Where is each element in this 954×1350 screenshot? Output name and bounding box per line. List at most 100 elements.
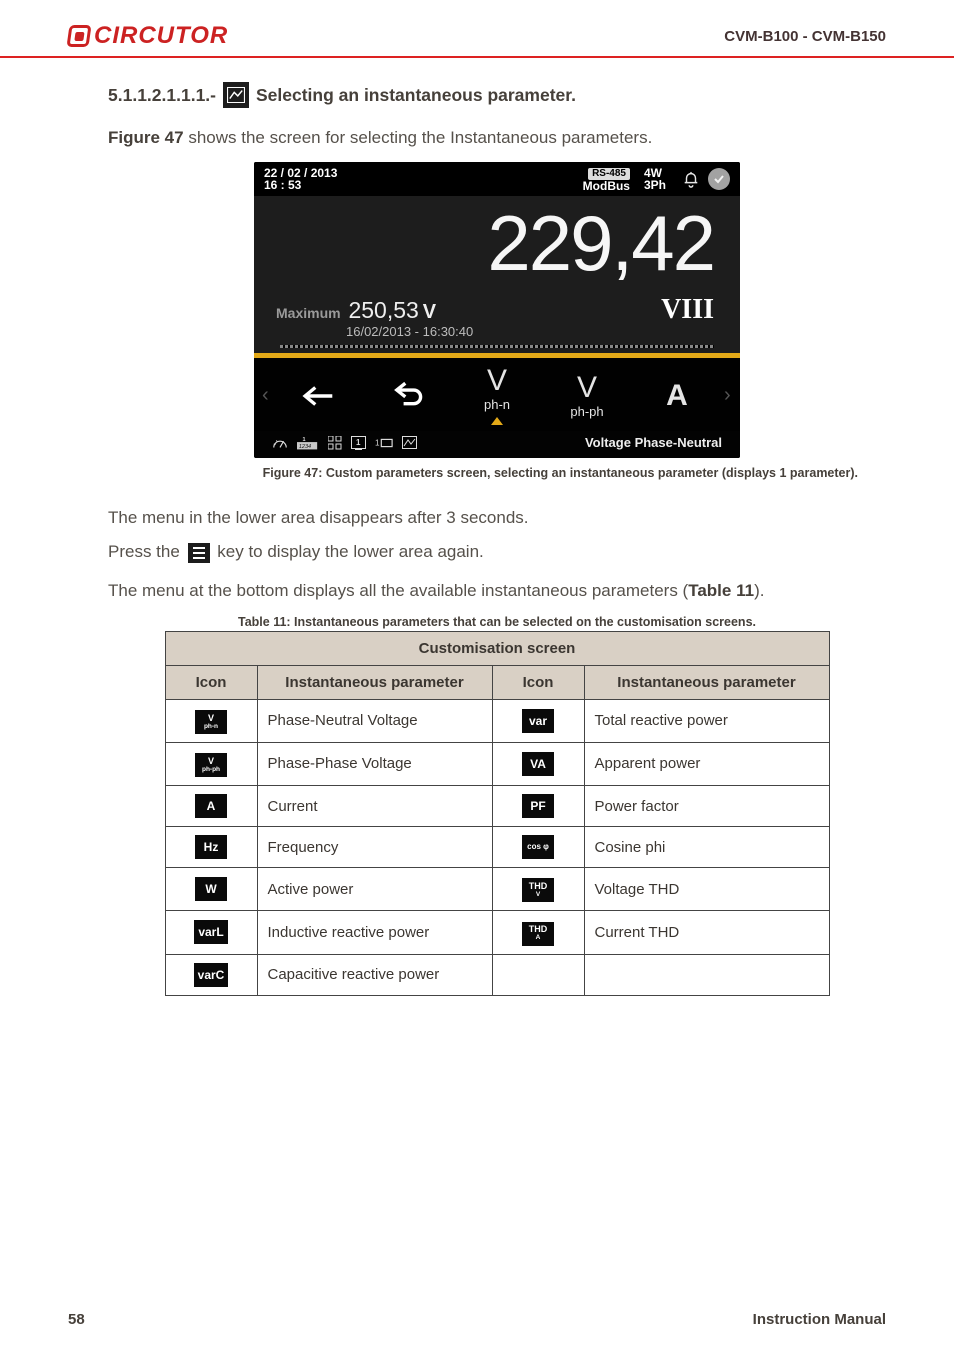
logo: CIRCUTOR xyxy=(68,22,228,50)
param-icon: varC xyxy=(194,963,229,987)
param-label xyxy=(584,954,829,995)
device-screenshot: 22 / 02 / 2013 16 : 53 RS-485 ModBus 4W … xyxy=(254,162,740,458)
param-label: Cosine phi xyxy=(584,827,829,868)
menu-v-phn[interactable]: V ph-n xyxy=(452,366,542,425)
max-label: Maximum xyxy=(276,305,341,321)
table-title: Customisation screen xyxy=(165,631,829,665)
icon-cell: Hz xyxy=(165,827,257,868)
table-row: Vph-ph Phase-Phase Voltage VA Apparent powe… xyxy=(165,742,829,785)
menu-v-phph[interactable]: V ph-ph xyxy=(542,373,632,418)
param-label: Inductive reactive power xyxy=(257,911,492,954)
icon-cell: varC xyxy=(165,954,257,995)
table-row: A Current PF Power factor xyxy=(165,786,829,827)
icon-cell: cos φ xyxy=(492,827,584,868)
chart-icon xyxy=(223,82,249,108)
param-label: Active power xyxy=(257,868,492,911)
param-icon: Hz xyxy=(195,835,227,859)
col-icon-1: Icon xyxy=(165,665,257,699)
table-row: varLInductive reactive powerTHDACurrent … xyxy=(165,911,829,954)
menu-a[interactable]: A xyxy=(632,381,722,411)
param-icon: VA xyxy=(522,752,554,776)
status-time: 16 : 53 xyxy=(264,179,577,191)
alarm-icon xyxy=(680,168,702,190)
param-icon: Vph-ph xyxy=(195,753,227,777)
table-row: Vph-nPhase-Neutral VoltagevarTotal react… xyxy=(165,699,829,742)
table-row: Hz Frequency cos φ Cosine phi xyxy=(165,827,829,868)
section-title: Selecting an instantaneous parameter. xyxy=(256,85,576,106)
menu-prev-icon[interactable]: ‹ xyxy=(260,384,272,407)
device-menu: ‹ V ph-n V ph-ph xyxy=(254,358,740,431)
icon-cell: VA xyxy=(492,742,584,785)
table-caption: Table 11: Instantaneous parameters that … xyxy=(108,615,886,629)
brand-text: CIRCUTOR xyxy=(94,22,228,50)
param-label: Frequency xyxy=(257,827,492,868)
param-icon: cos φ xyxy=(522,835,554,859)
icon-cell: A xyxy=(165,786,257,827)
menu-back-button[interactable] xyxy=(272,382,362,410)
status-date: 22 / 02 / 2013 xyxy=(264,167,577,179)
device-footer: 11234 1 1 Voltage Phase-Neutral xyxy=(254,431,740,458)
gauge-icon xyxy=(272,436,288,450)
param-label: Current xyxy=(257,786,492,827)
progress-dashes xyxy=(280,345,714,348)
section-heading: 5.1.1.2.1.1.1.- Selecting an instantaneo… xyxy=(108,82,886,108)
param-icon: THDA xyxy=(522,922,554,946)
icon-cell: W xyxy=(165,868,257,911)
param-label: Current THD xyxy=(584,911,829,954)
param-icon: var xyxy=(522,709,554,733)
page-header: CIRCUTOR CVM-B100 - CVM-B150 xyxy=(0,0,954,58)
page-footer: 58 Instruction Manual xyxy=(0,1311,954,1328)
menu-undo-button[interactable] xyxy=(362,381,452,411)
parameters-table: Customisation screen Icon Instantaneous … xyxy=(165,631,830,996)
modbus-label: ModBus xyxy=(583,180,630,192)
svg-text:1: 1 xyxy=(375,438,380,447)
view1-icon: 1 xyxy=(375,437,393,449)
menu-key-icon xyxy=(188,543,210,563)
menu-line: The menu at the bottom displays all the … xyxy=(108,581,886,601)
icon-cell: PF xyxy=(492,786,584,827)
icon-cell: Vph-n xyxy=(165,699,257,742)
param-icon: PF xyxy=(522,794,554,818)
param-icon: W xyxy=(195,877,227,901)
main-value: 229,42 xyxy=(268,204,726,282)
max-unit: V xyxy=(423,301,436,323)
col-param-2: Instantaneous parameter xyxy=(584,665,829,699)
param-icon: A xyxy=(195,794,227,818)
page-number: 58 xyxy=(68,1311,85,1328)
footer-label: Voltage Phase-Neutral xyxy=(426,435,730,450)
icon-cell: var xyxy=(492,699,584,742)
device-status-bar: 22 / 02 / 2013 16 : 53 RS-485 ModBus 4W … xyxy=(254,162,740,196)
icon-cell: THDV xyxy=(492,868,584,911)
roman-numeral: VIII xyxy=(661,294,714,326)
intro-text: Figure 47 shows the screen for selecting… xyxy=(108,128,886,148)
ok-check-icon xyxy=(708,168,730,190)
col-param-1: Instantaneous parameter xyxy=(257,665,492,699)
param-label: Capacitive reactive power xyxy=(257,954,492,995)
param-icon: THDV xyxy=(522,878,554,902)
icon-cell xyxy=(492,954,584,995)
panel1-icon: 1 xyxy=(351,436,366,450)
wiring-3ph: 3Ph xyxy=(644,179,666,191)
table-row: W Active power THDV Voltage THD xyxy=(165,868,829,911)
grid-icon xyxy=(328,436,342,450)
selected-indicator-icon xyxy=(491,417,503,425)
icon-cell: THDA xyxy=(492,911,584,954)
svg-text:1234: 1234 xyxy=(299,444,311,450)
note-disappear: The menu in the lower area disappears af… xyxy=(108,508,886,528)
menu-next-icon[interactable]: › xyxy=(722,384,734,407)
param-label: Apparent power xyxy=(584,742,829,785)
manual-label: Instruction Manual xyxy=(753,1311,886,1328)
figure-caption: Figure 47: Custom parameters screen, sel… xyxy=(108,466,886,480)
section-number: 5.1.1.2.1.1.1.- xyxy=(108,85,216,106)
max-value: 250,53 xyxy=(348,297,418,323)
small-chart-icon xyxy=(402,436,417,449)
param-label: Voltage THD xyxy=(584,868,829,911)
param-label: Phase-Phase Voltage xyxy=(257,742,492,785)
max-timestamp: 16/02/2013 - 16:30:40 xyxy=(346,324,473,339)
param-label: Phase-Neutral Voltage xyxy=(257,699,492,742)
icon-cell: Vph-ph xyxy=(165,742,257,785)
col-icon-2: Icon xyxy=(492,665,584,699)
param-label: Power factor xyxy=(584,786,829,827)
figure-ref: Figure 47 xyxy=(108,128,184,147)
svg-text:1: 1 xyxy=(356,438,361,447)
